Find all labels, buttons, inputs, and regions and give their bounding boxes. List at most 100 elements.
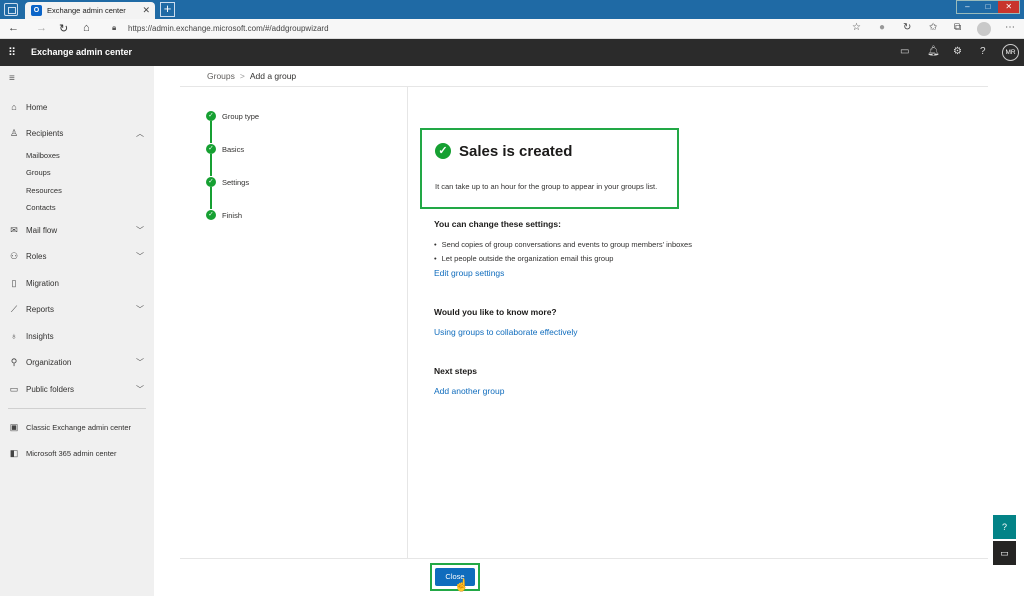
more-icon[interactable]: ⋯ — [1005, 22, 1015, 33]
sidebar-item-public-folders[interactable]: ▭ Public folders ﹀ — [0, 381, 154, 399]
step-label: Settings — [222, 178, 250, 187]
settings-gear-icon[interactable]: ⚙ — [953, 46, 962, 57]
home-browser-icon[interactable]: ⌂ — [83, 22, 90, 34]
chevron-down-icon: ﹀ — [136, 358, 144, 367]
sidebar-item-label: Home — [26, 103, 48, 112]
sidebar-item-m365-admin[interactable]: ◧ Microsoft 365 admin center — [0, 445, 154, 463]
step-connector — [210, 154, 212, 176]
footer-divider — [180, 558, 988, 559]
chat-feedback-icon: ▭ — [1000, 548, 1009, 558]
checkmark-icon: ✓ — [206, 111, 216, 121]
browser-tab[interactable]: O Exchange admin center ✕ — [25, 2, 155, 19]
collections-icon[interactable]: ⧉ — [954, 22, 961, 33]
sidebar-item-label: Mail flow — [26, 226, 58, 235]
address-bar: ← → ↻ ⌂ 🔒︎ https://admin.exchange.micros… — [0, 19, 1024, 39]
help-icon[interactable]: ? — [980, 46, 986, 57]
chevron-down-icon: ﹀ — [136, 385, 144, 394]
step-connector — [210, 187, 212, 209]
sidebar-item-roles[interactable]: ⚇ Roles ﹀ — [0, 248, 154, 266]
app-title[interactable]: Exchange admin center — [31, 47, 132, 57]
hamburger-menu-icon[interactable]: ≡ — [9, 73, 15, 84]
url-field[interactable]: 🔒︎ https://admin.exchange.microsoft.com/… — [106, 21, 866, 37]
close-tab-icon[interactable]: ✕ — [142, 5, 150, 16]
extension-icon[interactable]: ● — [879, 22, 885, 33]
sidebar-item-label: Roles — [26, 252, 47, 261]
home-icon: ⌂ — [11, 102, 17, 112]
chevron-down-icon: ﹀ — [136, 305, 144, 314]
roles-icon: ⚇ — [9, 251, 19, 261]
refresh-icon[interactable]: ↻ — [59, 22, 68, 35]
sidebar-item-insights[interactable]: ♁ Insights — [0, 328, 154, 346]
sidebar-divider — [8, 408, 146, 409]
app-header: ⠿ Exchange admin center ▭ 🔔︎ ⚙ ? MR — [0, 39, 1024, 66]
sidebar-item-label: Classic Exchange admin center — [26, 423, 132, 432]
maximize-icon[interactable]: □ — [978, 1, 999, 13]
checkmark-icon: ✓ — [206, 144, 216, 154]
person-icon: ♙ — [9, 128, 19, 138]
lightbulb-icon: ♁ — [10, 331, 18, 341]
success-description: It can take up to an hour for the group … — [435, 182, 658, 191]
help-circle-icon: ? — [1001, 522, 1007, 532]
migration-icon: ▯ — [11, 278, 17, 288]
refresh-ext-icon[interactable]: ↻ — [903, 22, 911, 33]
sidebar-item-mail-flow[interactable]: ✉ Mail flow ﹀ — [0, 222, 154, 240]
add-another-group-link[interactable]: Add another group — [434, 386, 504, 396]
sidebar-item-migration[interactable]: ▯ Migration — [0, 275, 154, 293]
tab-actions-icon[interactable] — [4, 3, 18, 16]
sidebar-item-organization[interactable]: ⚲ Organization ﹀ — [0, 354, 154, 372]
user-avatar[interactable]: MR — [1002, 44, 1019, 61]
org-icon: ⚲ — [10, 357, 18, 367]
notification-bell-icon[interactable]: 🔔︎ — [927, 46, 940, 57]
know-more-heading: Would you like to know more? — [434, 307, 557, 317]
app-launcher-icon[interactable]: ⠿ — [8, 46, 16, 59]
sidebar-nav: ≡ ⌂ Home ♙ Recipients ︿ Mailboxes Groups… — [0, 66, 154, 596]
terminal-icon[interactable]: ▭ — [900, 46, 909, 57]
breadcrumb-current: Add a group — [249, 71, 297, 81]
minimize-icon[interactable]: – — [957, 1, 978, 13]
sidebar-item-reports[interactable]: ⟋ Reports ﹀ — [0, 301, 154, 319]
sidebar-item-label: Organization — [26, 358, 72, 367]
sidebar-item-classic-eac[interactable]: ▣ Classic Exchange admin center — [0, 419, 154, 437]
step-label: Basics — [222, 145, 245, 154]
favorite-add-icon[interactable]: ☆ — [852, 22, 861, 33]
collaborate-link[interactable]: Using groups to collaborate effectively — [434, 327, 577, 337]
sidebar-subitem-mailboxes[interactable]: Mailboxes — [26, 151, 60, 160]
back-icon[interactable]: ← — [8, 22, 19, 34]
sidebar-subitem-groups[interactable]: Groups — [26, 168, 51, 177]
settings-heading: You can change these settings: — [434, 219, 561, 229]
chevron-up-icon: ︿ — [136, 129, 144, 138]
favorites-icon[interactable]: ✩ — [929, 22, 937, 33]
sidebar-item-label: Recipients — [26, 129, 64, 138]
sidebar-item-home[interactable]: ⌂ Home — [0, 99, 154, 117]
breadcrumb-groups[interactable]: Groups — [207, 71, 235, 81]
step-label: Finish — [222, 211, 243, 220]
checkmark-icon: ✓ — [206, 210, 216, 220]
step-label: Group type — [222, 112, 260, 121]
sidebar-subitem-contacts[interactable]: Contacts — [26, 203, 56, 212]
sidebar-item-label: Public folders — [26, 385, 75, 394]
browser-profile-avatar[interactable] — [977, 22, 991, 36]
sidebar-item-label: Migration — [26, 279, 59, 288]
checkmark-icon: ✓ — [206, 177, 216, 187]
office-icon: ◧ — [9, 448, 19, 458]
header-divider — [180, 86, 988, 87]
sidebar-item-recipients[interactable]: ♙ Recipients ︿ — [0, 125, 154, 143]
next-steps-heading: Next steps — [434, 366, 477, 376]
edit-group-settings-link[interactable]: Edit group settings — [434, 268, 504, 278]
sidebar-item-label: Microsoft 365 admin center — [26, 449, 117, 458]
sidebar-item-label: Reports — [26, 305, 55, 314]
help-float-button[interactable]: ? — [993, 515, 1016, 539]
outlook-favicon-icon: O — [31, 5, 42, 16]
close-window-icon[interactable]: ✕ — [998, 1, 1020, 13]
new-tab-button[interactable]: + — [160, 2, 175, 17]
mail-icon: ✉ — [10, 225, 18, 235]
sidebar-subitem-resources[interactable]: Resources — [26, 186, 62, 195]
breadcrumb: Groups > Add a group — [207, 71, 296, 81]
hand-cursor-icon: ☝ — [454, 578, 469, 592]
feedback-float-button[interactable]: ▭ — [993, 541, 1016, 565]
wizard-divider — [407, 87, 408, 558]
browser-tabstrip: O Exchange admin center ✕ + – □ ✕ — [0, 0, 1024, 19]
success-title: Sales is created — [459, 143, 573, 160]
forward-icon[interactable]: → — [36, 22, 47, 34]
sidebar-item-label: Insights — [26, 332, 54, 341]
